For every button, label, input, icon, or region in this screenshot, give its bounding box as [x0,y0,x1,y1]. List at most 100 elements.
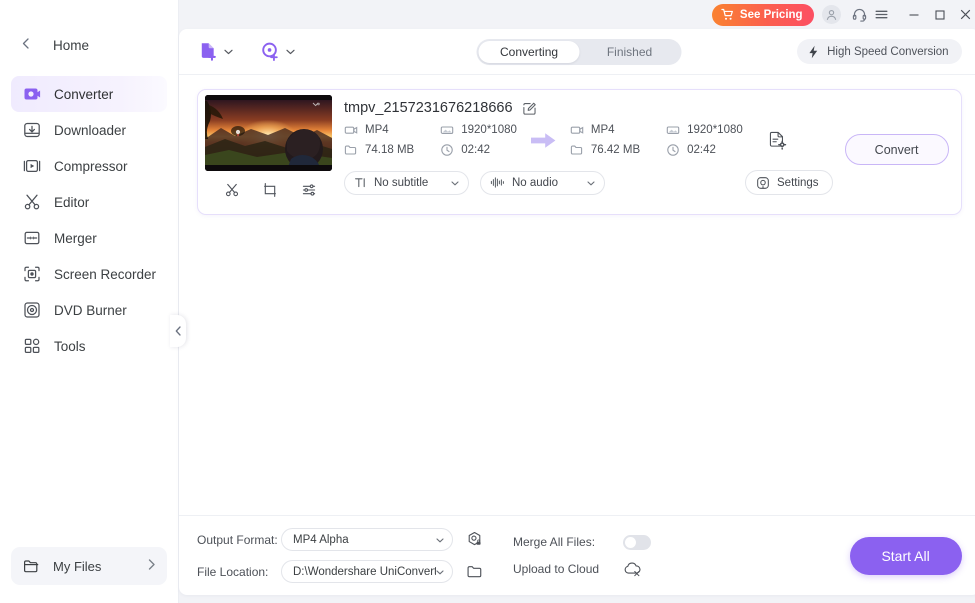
format-settings-icon[interactable] [466,531,483,548]
sidebar-item-editor[interactable]: Editor [11,184,167,220]
clock-icon [440,143,454,157]
subtitle-text-icon [354,176,367,189]
sidebar-item-label: Editor [54,194,90,210]
chevron-down-icon [224,47,233,57]
track-controls-row: No subtitle No audio Settings [344,170,833,195]
chevron-right-icon [148,559,155,573]
merge-all-files-toggle[interactable] [623,534,651,550]
see-pricing-button[interactable]: See Pricing [711,3,814,26]
output-format-value: MP4 Alpha [293,533,349,546]
headset-icon[interactable] [849,4,871,26]
source-specs: MP4 1920*1080 74.18 MB 02:42 [344,123,517,157]
audio-value: No audio [512,176,559,189]
tools-grid-icon [22,336,42,356]
merger-icon [22,228,42,248]
dvd-burner-icon [22,300,42,320]
effects-sliders-icon[interactable] [301,182,317,198]
sidebar-item-label: Converter [54,86,114,102]
sidebar-collapse-toggle[interactable] [170,315,186,347]
scissors-icon [22,192,42,212]
sidebar-item-screen-recorder[interactable]: Screen Recorder [11,256,167,292]
file-location-label: File Location: [197,564,269,579]
sidebar-item-merger[interactable]: Merger [11,220,167,256]
status-tabs: Converting Finished [476,38,682,65]
file-size-icon [570,143,584,157]
sidebar-item-converter[interactable]: Converter [11,76,167,112]
tab-converting[interactable]: Converting [478,40,580,63]
sidebar-item-downloader[interactable]: Downloader [11,112,167,148]
file-name: tmpv_2157231676218666 [344,100,513,116]
upload-to-cloud-label: Upload to Cloud [513,561,600,576]
sidebar-my-files[interactable]: My Files [11,547,167,585]
sidebar-item-label: Downloader [54,122,127,138]
file-location-select[interactable]: D:\Wondershare UniConverter 1 [281,560,453,583]
spec-value: 76.42 MB [590,144,641,156]
file-size-icon [344,143,358,157]
merge-all-files-label: Merge All Files: [513,535,596,549]
target-specs: MP4 1920*1080 76.42 MB 02:42 [570,123,743,157]
sidebar-item-dvd-burner[interactable]: DVD Burner [11,292,167,328]
target-format: MP4 [570,123,640,137]
output-format-row: Output Format: MP4 Alpha [197,528,483,551]
bottom-bar: Output Format: MP4 Alpha File Location: … [179,515,975,595]
sidebar-item-label: Tools [54,338,86,354]
subtitle-select[interactable]: No subtitle [344,170,469,195]
sidebar-item-tools[interactable]: Tools [11,328,167,364]
card-settings-button[interactable]: Settings [745,170,833,195]
folder-icon [23,558,40,574]
converter-icon [22,84,42,104]
maximize-icon[interactable] [927,4,953,26]
output-format-select[interactable]: MP4 Alpha [281,528,453,551]
spec-value: 02:42 [687,144,716,156]
video-file-icon [570,123,584,137]
source-duration: 02:42 [440,143,517,157]
scissors-trim-icon[interactable] [224,182,240,198]
convert-button[interactable]: Convert [844,134,949,165]
sidebar-home[interactable]: Home [0,28,178,62]
audio-waveform-icon [490,176,505,189]
spec-value: 1920*1080 [687,124,743,136]
minimize-icon[interactable] [901,4,927,26]
sidebar-item-label: Screen Recorder [54,266,157,282]
spec-value: MP4 [365,124,389,136]
file-card: tmpv_2157231676218666 MP4 1920*1080 74.1… [197,89,962,215]
close-icon[interactable] [953,4,975,26]
add-dvd-button[interactable] [259,40,295,63]
sidebar-item-compressor[interactable]: Compressor [11,148,167,184]
target-size: 76.42 MB [570,143,640,157]
document-gear-icon[interactable] [767,130,788,151]
add-files-button[interactable] [197,40,233,63]
compressor-icon [22,156,42,176]
source-resolution: 1920*1080 [440,123,517,137]
file-info-column: tmpv_2157231676218666 MP4 1920*1080 74.1… [336,90,833,214]
output-settings-group: Output Format: MP4 Alpha File Location: … [197,528,483,583]
upload-to-cloud-row[interactable]: Upload to Cloud [513,561,651,577]
start-all-button[interactable]: Start All [849,536,962,575]
file-location-value: D:\Wondershare UniConverter 1 [293,565,436,578]
chevron-down-icon [443,178,459,188]
sidebar-item-label: DVD Burner [54,302,127,318]
tab-finished[interactable]: Finished [579,41,680,63]
cloud-upload-icon[interactable] [623,561,642,577]
chevron-down-icon [579,178,595,188]
sidebar-nav: Converter Downloader Compressor Editor M… [0,76,178,364]
lightning-bolt-icon [807,45,820,59]
source-format: MP4 [344,123,414,137]
app-window: Home Converter Downloader Compressor Edi… [0,0,975,603]
crop-icon[interactable] [262,182,278,198]
main-pane: See Pricing Converting Finished High Spe… [179,0,975,603]
spec-value: 1920*1080 [461,124,517,136]
video-file-icon [344,123,358,137]
merge-all-files-row: Merge All Files: [513,534,651,550]
cart-icon [721,8,734,21]
audio-select[interactable]: No audio [480,170,605,195]
arrow-right-icon [530,132,556,149]
video-thumbnail[interactable] [205,95,332,171]
hamburger-menu-icon[interactable] [871,4,893,26]
edit-pencil-icon[interactable] [522,101,537,116]
high-speed-conversion-button[interactable]: High Speed Conversion [797,39,962,64]
user-avatar-icon[interactable] [821,5,841,24]
spec-value: 74.18 MB [365,144,415,156]
sidebar: Home Converter Downloader Compressor Edi… [0,0,186,603]
folder-open-icon[interactable] [466,563,483,580]
